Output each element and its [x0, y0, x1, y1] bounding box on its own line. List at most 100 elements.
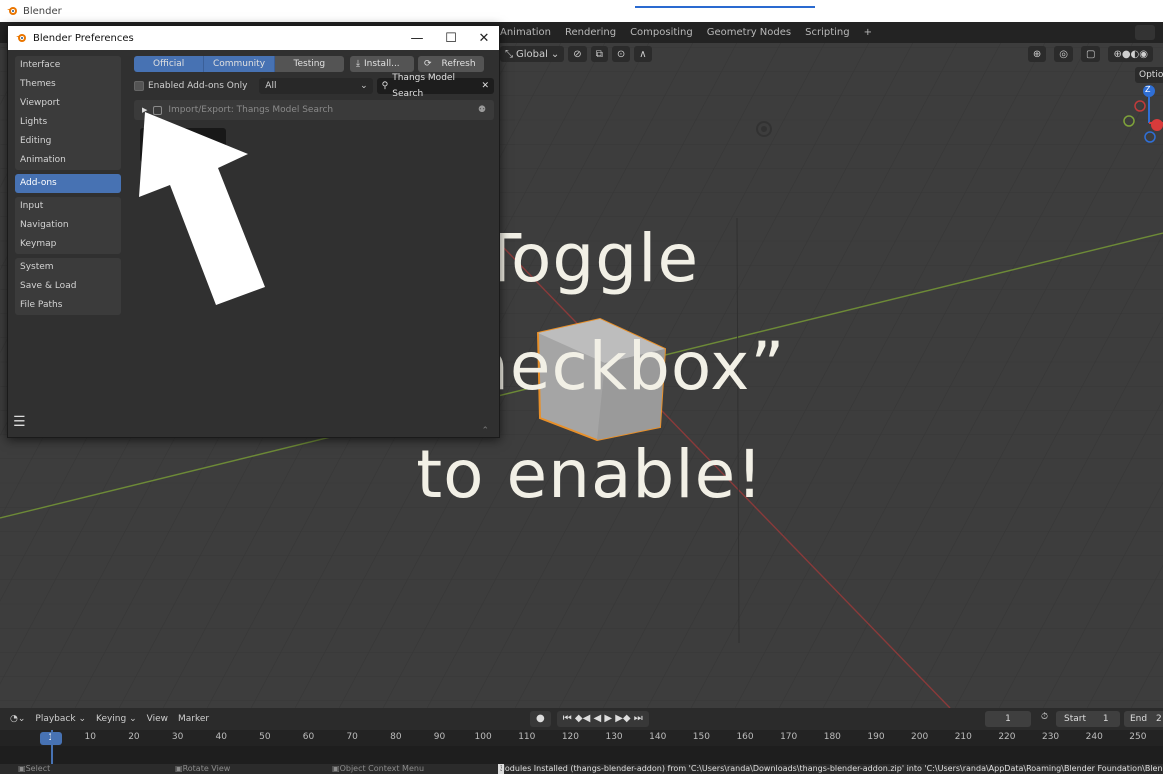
chevron-down-icon: ⌄ — [360, 81, 368, 91]
status-rotate-hint: ▣ Rotate View — [175, 764, 231, 773]
transport-buttons[interactable]: ⏮ ◆◀ ◀ ▶ ▶◆ ⏭ — [556, 711, 649, 727]
status-context-hint: ▣ Object Context Menu — [332, 764, 425, 773]
axis-z-label: Z — [1145, 85, 1151, 94]
close-button[interactable]: ✕ — [467, 26, 501, 50]
ruler-tick-label: 150 — [692, 732, 710, 742]
category-select[interactable]: All ⌄ — [259, 78, 373, 94]
falloff-select[interactable]: ∧ — [634, 46, 652, 62]
close-icon: ✕ — [478, 30, 490, 46]
ruler-tick-label: 10 — [84, 732, 97, 742]
tab-geometry-nodes[interactable]: Geometry Nodes — [707, 27, 791, 38]
sidebar-item-addons[interactable]: Add-ons — [15, 174, 121, 193]
ruler-tick-label: 100 — [474, 732, 492, 742]
jump-start-icon: ⏮ — [562, 713, 572, 724]
maximize-icon: ☐ — [445, 30, 457, 46]
sidebar-item-system[interactable]: System — [15, 258, 121, 277]
ruler-tick-label: 120 — [561, 732, 580, 742]
ruler-tick-label: 80 — [390, 732, 402, 742]
tab-rendering[interactable]: Rendering — [565, 27, 616, 38]
os-window-title: Blender — [23, 5, 62, 17]
maximize-button[interactable]: ☐ — [434, 26, 468, 50]
scroll-up-icon[interactable]: ⌃ — [481, 426, 489, 436]
ruler-tick-label: 90 — [433, 732, 446, 742]
sidebar-item-themes[interactable]: Themes — [15, 75, 121, 94]
ruler-tick-label: 130 — [605, 732, 623, 742]
sidebar-item-interface[interactable]: Interface — [15, 56, 121, 75]
proportional-toggle[interactable]: ⊙ — [611, 46, 631, 62]
tab-compositing[interactable]: Compositing — [630, 27, 693, 38]
sidebar-item-save-load[interactable]: Save & Load — [15, 277, 121, 296]
menu-marker[interactable]: Marker — [178, 714, 209, 724]
snap-toggle[interactable]: ⧉ — [590, 46, 608, 62]
ruler-tick-label: 190 — [867, 732, 885, 742]
shading-icon: ⊕●◐◉ — [1113, 48, 1148, 60]
transform-orientation-select[interactable]: ⤡ Global ⌄ — [500, 46, 565, 62]
clear-search-icon[interactable]: ✕ — [481, 78, 489, 94]
options-button[interactable]: Optio — [1135, 67, 1163, 83]
status-bar: ▣ Select ▣ Rotate View ▣ Object Context … — [0, 764, 1163, 774]
start-frame-field[interactable]: Start 1 — [1056, 711, 1120, 727]
hamburger-menu-icon[interactable]: ☰ — [13, 414, 26, 430]
blender-logo-icon — [16, 34, 26, 42]
record-icon: ● — [536, 713, 545, 724]
editor-type-icon[interactable]: ◔⌄ — [10, 714, 25, 724]
overlay-icon: ◎ — [1059, 48, 1068, 60]
minimize-button[interactable]: — — [400, 26, 434, 50]
tab-official[interactable]: Official — [134, 56, 205, 72]
xray-toggle[interactable]: ▢ — [1080, 46, 1101, 62]
jump-end-icon: ⏭ — [633, 713, 643, 724]
minimize-icon: — — [410, 30, 424, 46]
sidebar-item-animation[interactable]: Animation — [15, 151, 121, 170]
sidebar-item-file-paths[interactable]: File Paths — [15, 296, 121, 315]
preferences-sidebar: Interface Themes Viewport Lights Editing… — [15, 56, 121, 319]
sidebar-group-system: System Save & Load File Paths — [15, 258, 121, 315]
tab-scripting[interactable]: Scripting — [805, 27, 849, 38]
sidebar-item-keymap[interactable]: Keymap — [15, 235, 121, 254]
ruler-tick-label: 60 — [302, 732, 315, 742]
gizmo-toggle[interactable]: ⊕ — [1027, 46, 1047, 62]
addons-content: Official Community Testing ⤓ Install... … — [134, 56, 494, 162]
menu-keying[interactable]: Keying ⌄ — [96, 714, 137, 724]
timeline-ruler[interactable]: 10 20 30 40 50 60 70 80 90 100 110 120 130 140 150 160 1… — [0, 730, 1163, 746]
preferences-titlebar: Blender Preferences — ☐ ✕ — [8, 26, 499, 50]
pivot-select[interactable]: ⊘ — [568, 46, 587, 62]
sidebar-item-input[interactable]: Input — [15, 197, 121, 216]
enabled-only-checkbox[interactable] — [134, 81, 144, 91]
gizmo-icon: ⊕ — [1032, 48, 1042, 60]
workspace-tabs: Animation Rendering Compositing Geometry… — [500, 22, 872, 43]
addon-search-input[interactable]: ⚲ Thangs Model Search ✕ — [376, 73, 494, 99]
tab-animation[interactable]: Animation — [500, 27, 551, 38]
status-select-hint: ▣ Select — [18, 764, 51, 773]
ruler-tick-label: 140 — [649, 732, 667, 742]
ruler-tick-label: 240 — [1085, 732, 1103, 742]
ruler-tick-label: 40 — [215, 732, 227, 742]
falloff-icon: ∧ — [639, 48, 647, 60]
sidebar-item-editing[interactable]: Editing — [15, 132, 121, 151]
search-icon: ⚲ — [381, 81, 389, 91]
current-frame-field[interactable]: 1 — [985, 711, 1031, 727]
menu-playback[interactable]: Playback ⌄ — [35, 714, 86, 724]
stopwatch-icon[interactable]: ⏱ — [1041, 712, 1048, 722]
ruler-tick-label: 230 — [1041, 732, 1060, 742]
enabled-only-label: Enabled Add-ons Only — [147, 81, 248, 91]
overlay-toggle[interactable]: ◎ — [1054, 46, 1073, 62]
timeline-track[interactable] — [0, 730, 1163, 764]
sidebar-item-navigation[interactable]: Navigation — [15, 216, 121, 235]
pivot-icon: ⊘ — [573, 48, 582, 60]
add-workspace-button[interactable]: + — [864, 27, 872, 38]
user-pref-icon[interactable] — [1135, 25, 1155, 40]
end-frame-field[interactable]: End 2 — [1124, 711, 1163, 727]
sidebar-item-lights[interactable]: Lights — [15, 113, 121, 132]
ruler-tick-label: 30 — [171, 732, 184, 742]
tab-community[interactable]: Community — [204, 56, 275, 72]
tab-testing[interactable]: Testing — [274, 56, 344, 72]
shading-modes[interactable]: ⊕●◐◉ — [1108, 46, 1153, 62]
sidebar-item-viewport[interactable]: Viewport — [15, 94, 121, 113]
ruler-tick-label: 200 — [911, 732, 929, 742]
menu-view[interactable]: View — [147, 714, 168, 724]
sidebar-group-interface: Interface Themes Viewport Lights Editing… — [15, 56, 121, 170]
ruler-tick-label: 170 — [780, 732, 798, 742]
support-level-tabs: Official Community Testing — [134, 56, 344, 72]
ruler-tick-label: 220 — [998, 732, 1016, 742]
record-button[interactable]: ● — [530, 711, 551, 727]
